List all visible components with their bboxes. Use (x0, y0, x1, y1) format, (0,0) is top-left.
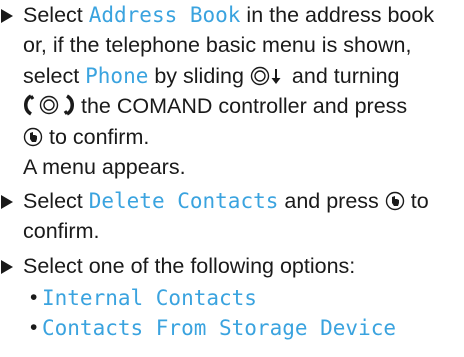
step1-post5: to confirm. (43, 125, 150, 149)
step2-line2: confirm. (23, 216, 99, 246)
step1-line2-text: or, if the telephone basic menu is shown… (23, 33, 412, 57)
step3-text: Select one of the following options: (23, 254, 356, 278)
step1-line5: to confirm. (23, 122, 149, 152)
instruction-page: Select Address Book in the address book … (0, 0, 464, 357)
step2-mid: and press (278, 189, 385, 213)
controller-press-icon (23, 127, 43, 147)
menu-item-contacts-from-storage: Contacts From Storage Device (42, 316, 397, 340)
step1-mid3: by sliding (148, 64, 250, 88)
bullet-icon: • (30, 286, 38, 309)
step-arrow-icon (1, 195, 13, 209)
step2-post: to (404, 189, 429, 213)
step1-result: A menu appears. (23, 152, 186, 182)
step2-line2-text: confirm. (23, 219, 100, 243)
step-arrow-icon (1, 9, 13, 23)
controller-slide-down-icon (250, 66, 286, 86)
menu-item-phone: Phone (85, 64, 149, 88)
bullet-icon: • (30, 316, 38, 339)
controller-press-icon (385, 191, 405, 211)
step1-post3: and turning (285, 64, 400, 88)
menu-item-internal-contacts: Internal Contacts (42, 286, 257, 310)
step1-result-text: A menu appears. (23, 155, 186, 179)
menu-item-address-book: Address Book (88, 3, 241, 27)
controller-turn-icon (23, 94, 75, 116)
step1-mid1: in the address book (240, 3, 435, 27)
step1-line4: the COMAND controller and press (23, 91, 407, 121)
step2-pre: Select (23, 189, 89, 213)
menu-item-delete-contacts: Delete Contacts (88, 189, 279, 213)
step1-pre3: select (23, 64, 86, 88)
step1-pre: Select (23, 3, 89, 27)
step-arrow-icon (1, 260, 13, 274)
step1-post4: the COMAND controller and press (75, 94, 408, 118)
step1-line3: select Phone by sliding and turning (23, 61, 400, 91)
step1-line2: or, if the telephone basic menu is shown… (23, 30, 411, 60)
